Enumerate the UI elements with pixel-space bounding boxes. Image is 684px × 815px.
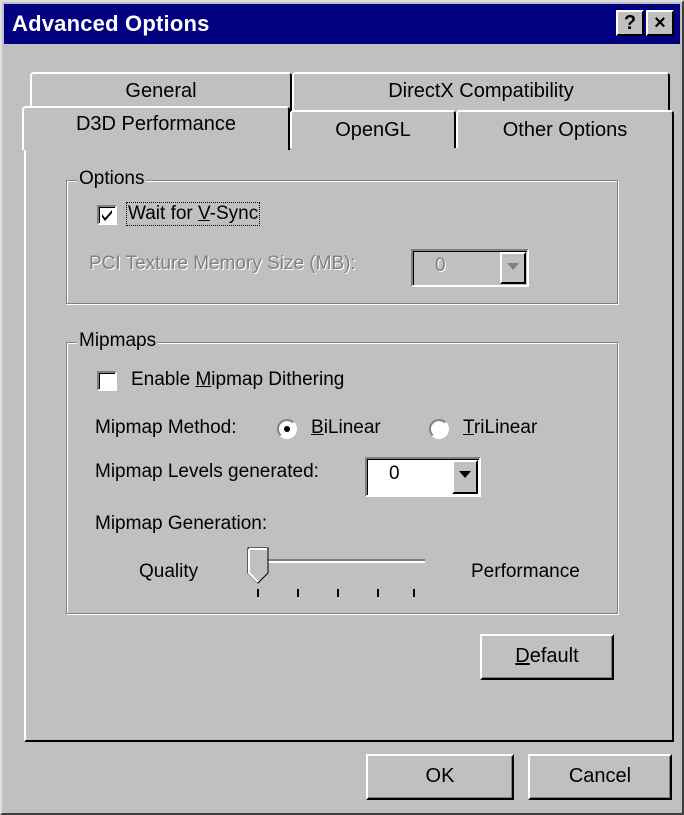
mipmap-dithering-label[interactable]: Enable Mipmap Dithering xyxy=(131,369,344,391)
pci-texture-memory-select[interactable]: 0 xyxy=(411,249,529,287)
vsync-label-mnemonic: V xyxy=(198,203,210,224)
slider-tick xyxy=(297,589,299,597)
mipmap-levels-select[interactable]: 0 xyxy=(365,457,481,497)
dither-label-mnemonic: M xyxy=(195,369,212,390)
pci-dropdown-button[interactable] xyxy=(500,252,526,284)
check-icon xyxy=(102,210,112,221)
close-icon: × xyxy=(654,12,666,34)
bilinear-radio[interactable] xyxy=(277,419,297,439)
tab-other-options-label: Other Options xyxy=(502,119,628,141)
trilinear-label[interactable]: TriLinear xyxy=(463,417,537,439)
cancel-label: Cancel xyxy=(568,765,632,787)
options-group: Options Wait for V-Sync PCI Texture Memo… xyxy=(66,168,618,304)
tab-opengl-label: OpenGL xyxy=(335,119,411,141)
help-button[interactable]: ? xyxy=(616,10,644,36)
mipmap-levels-value: 0 xyxy=(389,463,400,484)
vsync-checkbox[interactable] xyxy=(97,205,117,225)
tab-opengl[interactable]: OpenGL xyxy=(290,110,456,148)
pci-texture-memory-value: 0 xyxy=(435,255,446,276)
vsync-label[interactable]: Wait for V-Sync xyxy=(125,202,261,226)
tab-panel: Options Wait for V-Sync PCI Texture Memo… xyxy=(24,146,674,742)
help-icon: ? xyxy=(623,12,637,34)
options-group-label: Options xyxy=(77,168,147,190)
ok-button[interactable]: OK xyxy=(366,754,514,800)
title-bar[interactable]: Advanced Options ? × xyxy=(4,4,680,44)
advanced-options-dialog: Advanced Options ? × General DirectX Com… xyxy=(0,0,684,815)
bilinear-mnemonic: B xyxy=(311,417,324,438)
trilinear-mnemonic: T xyxy=(463,417,474,438)
tab-general-label: General xyxy=(125,80,197,102)
vsync-label-pre: Wait for xyxy=(128,203,199,224)
window-title: Advanced Options xyxy=(12,11,210,36)
default-button[interactable]: Default xyxy=(480,634,614,680)
mipmap-levels-dropdown-button[interactable] xyxy=(452,460,478,494)
tab-directx-compatibility-label: DirectX Compatibility xyxy=(388,80,574,102)
slider-performance-label: Performance xyxy=(471,561,580,582)
mipmaps-group-label: Mipmaps xyxy=(77,330,159,352)
mipmap-generation-label: Mipmap Generation: xyxy=(95,513,268,534)
dither-label-pre: Enable xyxy=(131,369,196,390)
tab-directx-compatibility[interactable]: DirectX Compatibility xyxy=(292,72,670,112)
close-button[interactable]: × xyxy=(646,10,674,36)
radio-selected-icon xyxy=(284,426,290,432)
pci-texture-memory-label: PCI Texture Memory Size (MB): xyxy=(89,253,356,274)
slider-track[interactable] xyxy=(257,559,425,563)
trilinear-post: riLinear xyxy=(473,417,538,438)
slider-tick xyxy=(377,589,379,597)
dither-label-post: ipmap Dithering xyxy=(211,369,345,390)
trilinear-radio[interactable] xyxy=(429,419,449,439)
default-mnemonic: D xyxy=(515,645,530,667)
bilinear-label[interactable]: BiLinear xyxy=(311,417,381,439)
chevron-down-icon xyxy=(459,471,471,478)
tab-other-options[interactable]: Other Options xyxy=(456,110,674,148)
mipmap-levels-label: Mipmap Levels generated: xyxy=(95,461,319,482)
ok-label: OK xyxy=(425,765,455,787)
vsync-label-post: -Sync xyxy=(209,203,259,224)
slider-tick xyxy=(257,589,259,597)
mipmap-method-label: Mipmap Method: xyxy=(95,417,237,438)
default-post: efault xyxy=(529,645,579,667)
slider-quality-label: Quality xyxy=(139,561,199,582)
bilinear-post: iLinear xyxy=(323,417,381,438)
mipmap-dithering-checkbox[interactable] xyxy=(97,371,117,391)
slider-tick xyxy=(337,589,339,597)
tab-d3d-performance-label: D3D Performance xyxy=(75,113,237,135)
slider-tick xyxy=(413,589,415,597)
slider-thumb[interactable] xyxy=(247,547,271,587)
tab-d3d-performance[interactable]: D3D Performance xyxy=(22,106,290,150)
cancel-button[interactable]: Cancel xyxy=(528,754,672,800)
mipmaps-group: Mipmaps Enable Mipmap Dithering Mipmap M… xyxy=(66,330,618,614)
chevron-down-icon xyxy=(507,263,519,270)
